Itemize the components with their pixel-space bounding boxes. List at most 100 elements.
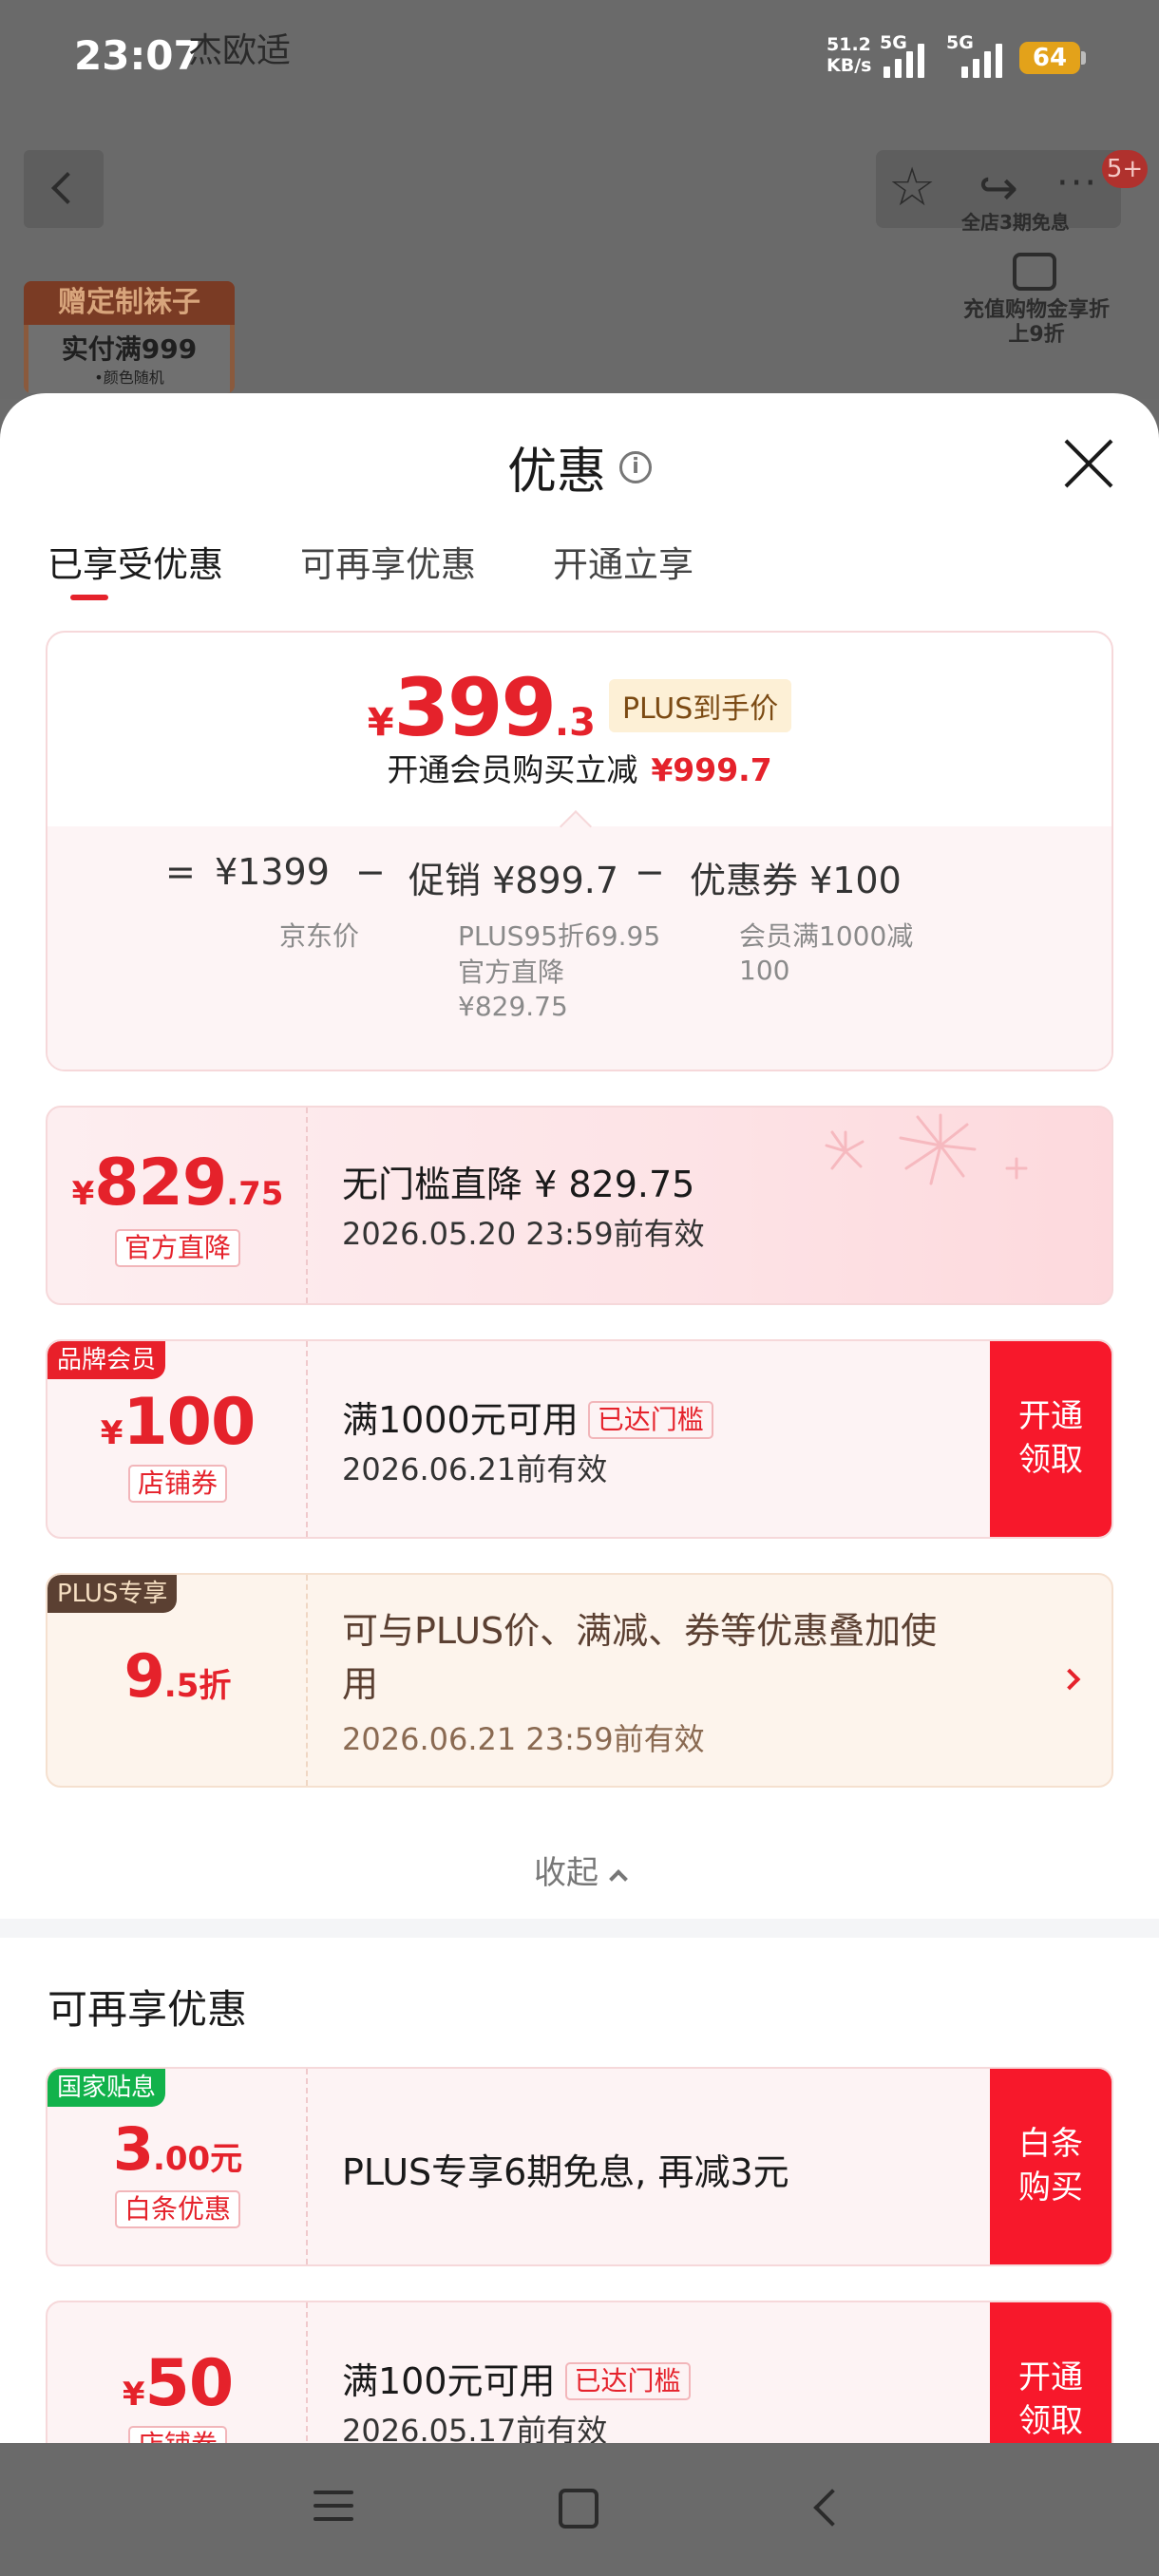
coupon-detail-line1: 会员满1000减 xyxy=(739,920,914,952)
gift-promo-note: •颜色随机 xyxy=(94,369,164,387)
tab-open[interactable]: 开通立享 xyxy=(553,536,694,587)
coupon-amount: 优惠券 ¥100 xyxy=(690,860,902,901)
plus-price-tag: PLUS到手价 xyxy=(608,679,792,732)
promo-amount: 促销 ¥899.7 xyxy=(408,860,619,901)
coupon-amount: 3.00元 xyxy=(48,2114,308,2184)
coupon-validity: 2026.05.20 23:59前有效 xyxy=(342,1216,705,1252)
sheet-title: 优惠 xyxy=(506,444,606,501)
signal-icon-2 xyxy=(961,36,1002,78)
member-discount-text: 开通会员购买立减 xyxy=(387,751,638,788)
net-speed: 51.2 KB/s xyxy=(826,34,871,76)
coupon-store-100[interactable]: ¥100 店铺券 品牌会员 满1000元可用 已达门槛 2026.06.21前有效… xyxy=(46,1339,1113,1539)
promo-detail-official-amount: ¥829.75 xyxy=(458,991,568,1022)
coupon-title: 无门槛直降 ¥ 829.75 xyxy=(342,1164,695,1205)
button-line1: 开通 xyxy=(1018,1397,1083,1435)
sheet-header: 优惠 i xyxy=(0,431,1159,502)
coupon-validity: 2026.06.21前有效 xyxy=(342,1451,608,1487)
back-button[interactable] xyxy=(24,150,104,228)
coupon-title: 满1000元可用 xyxy=(342,1399,579,1441)
baitiao-buy-button[interactable]: 白条 购买 xyxy=(990,2069,1112,2264)
member-discount-line: 开通会员购买立减 ¥999.7 xyxy=(48,745,1112,790)
coupon-amount-dec: .00元 xyxy=(152,2140,243,2178)
coupon-store-50[interactable]: ¥50 店铺券 满100元可用已达门槛 2026.05.17前有效 开通 领取 xyxy=(46,2301,1113,2443)
threshold-reached-tag: 已达门槛 xyxy=(564,2362,691,2400)
coupon-official-discount[interactable]: ¥829.75 官方直降 无门槛直降 ¥ 829.75 2026.05.20 2… xyxy=(46,1106,1113,1305)
brand-member-tag: 品牌会员 xyxy=(48,1341,166,1379)
price-breakdown-card: ¥399.3 PLUS到手价 开通会员购买立减 ¥999.7 = ¥1399 − 促… xyxy=(46,631,1113,1071)
tab-indicator xyxy=(70,595,108,600)
button-line1: 开通 xyxy=(1018,2358,1083,2396)
promo-detail-plus: PLUS95折69.95 xyxy=(458,920,661,952)
discount-sheet: 优惠 i 已享受优惠 可再享优惠 开通立享 ¥399.3 PLUS到手价 开通会员购… xyxy=(0,393,1159,2443)
status-bar: 23:07 杰欧适 51.2 KB/s 5G 5G 64 xyxy=(0,0,1159,114)
home-icon[interactable] xyxy=(559,2489,598,2529)
app-name: 杰欧适 xyxy=(188,31,292,70)
gift-promo: 赠定制袜子 实付满999 •颜色随机 xyxy=(24,281,235,393)
back-icon[interactable] xyxy=(813,2489,851,2527)
star-icon[interactable]: ☆ xyxy=(888,158,936,218)
price-integer: 399 xyxy=(393,661,557,754)
plus-coupon-title-2: 用 xyxy=(342,1663,379,1705)
coupon-value-area: ¥50 店铺券 xyxy=(48,2302,308,2443)
net-speed-unit: KB/s xyxy=(826,55,872,76)
coupon-title: PLUS专享6期免息, 再减3元 xyxy=(342,2151,789,2193)
coupon-kind: 白条优惠 xyxy=(48,2190,308,2228)
coupon-title-line: 满1000元可用 已达门槛 xyxy=(342,1391,713,1443)
coupon-amount-int: 100 xyxy=(123,1385,256,1460)
net-speed-value: 51.2 xyxy=(826,34,871,55)
coupon-plus-discount[interactable]: 9.5折 PLUS专享 可与PLUS价、满减、券等优惠叠加使 用 2026.06… xyxy=(46,1573,1113,1788)
coupon-currency: ¥ xyxy=(71,1175,95,1213)
background-page: 23:07 杰欧适 51.2 KB/s 5G 5G 64 ☆ ↪ ··· 5+ … xyxy=(0,0,1159,399)
battery-tip xyxy=(1081,51,1086,65)
plus-coupon-title-1: 可与PLUS价、满减、券等优惠叠加使 xyxy=(342,1610,938,1652)
close-icon[interactable] xyxy=(1062,437,1115,490)
coupon-kind: 官方直降 xyxy=(48,1229,308,1267)
coupon-amount-int: 829 xyxy=(94,1146,227,1221)
tab-more[interactable]: 可再享优惠 xyxy=(300,536,476,587)
notification-badge: 5+ xyxy=(1102,150,1148,188)
price-decimal: .3 xyxy=(554,701,596,745)
discount-dec: .5折 xyxy=(163,1667,232,1705)
info-icon[interactable]: i xyxy=(619,450,652,483)
coupon-currency: ¥ xyxy=(122,2376,145,2414)
tab-enjoyed[interactable]: 已享受优惠 xyxy=(48,536,223,587)
chevron-right-icon[interactable] xyxy=(1058,1668,1081,1691)
status-time: 23:07 xyxy=(74,32,201,79)
promo-detail-official: 官方直降 xyxy=(458,957,565,988)
installment-text: 全店3期免息 xyxy=(961,211,1070,234)
chevron-up-icon xyxy=(609,1869,628,1888)
formula-equals: = xyxy=(165,851,196,893)
gift-promo-title: 赠定制袜子 xyxy=(24,281,235,325)
jd-price-label: 京东价 xyxy=(279,920,360,952)
coupon-amount-int: 3 xyxy=(112,2114,154,2184)
discount-rate: 9.5折 xyxy=(48,1641,308,1711)
coin-icon xyxy=(1013,253,1056,291)
coupon-validity: 2026.05.17前有效 xyxy=(342,2413,608,2443)
gift-promo-condition: 实付满999 xyxy=(61,333,198,365)
button-line2: 购买 xyxy=(1018,2169,1083,2207)
coupon-amount-int: 50 xyxy=(144,2346,235,2421)
coupon-currency: ¥ xyxy=(100,1414,124,1452)
formula-minus-2: − xyxy=(635,851,665,893)
coupon-detail: 会员满1000减 100 xyxy=(739,919,913,988)
coupon-amount: ¥829.75 xyxy=(48,1146,308,1221)
button-line2: 领取 xyxy=(1018,1441,1083,1479)
button-line2: 领取 xyxy=(1018,2402,1083,2440)
currency-symbol: ¥ xyxy=(367,701,394,745)
open-and-claim-button[interactable]: 开通 领取 xyxy=(990,2302,1112,2443)
coupon-value-area: ¥829.75 官方直降 xyxy=(48,1108,308,1303)
coupon-kind: 店铺券 xyxy=(48,2426,308,2443)
discount-int: 9 xyxy=(124,1641,165,1711)
coupon-amount-dec: .75 xyxy=(226,1175,284,1213)
coupon-title: 满100元可用 xyxy=(342,2360,556,2402)
coupon-validity: 2026.06.21 23:59前有效 xyxy=(342,1721,705,1757)
jd-price: ¥1399 xyxy=(215,851,330,893)
more-icon[interactable]: ··· xyxy=(1056,161,1098,205)
threshold-reached-tag: 已达门槛 xyxy=(587,1401,713,1439)
collapse-button[interactable]: 收起 xyxy=(0,1847,1159,1893)
coupon-kind: 店铺券 xyxy=(48,1465,308,1503)
menu-icon[interactable] xyxy=(314,2491,353,2525)
coupon-baitiao-subsidy[interactable]: 3.00元 白条优惠 国家贴息 PLUS专享6期免息, 再减3元 白条 购买 xyxy=(46,2067,1113,2266)
open-and-claim-button[interactable]: 开通 领取 xyxy=(990,1341,1112,1537)
promo-detail: PLUS95折69.95 官方直降 ¥829.75 xyxy=(458,919,660,1024)
